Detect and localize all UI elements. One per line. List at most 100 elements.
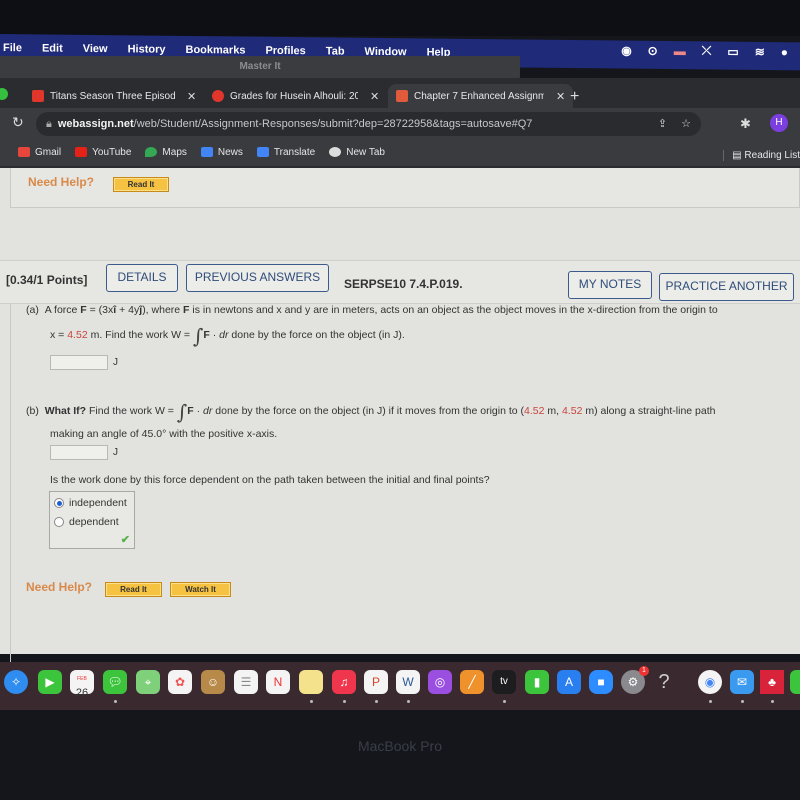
details-button[interactable]: DETAILS (106, 264, 178, 292)
menu-file[interactable]: File (0, 42, 32, 54)
news-app-icon[interactable]: N (266, 670, 290, 694)
option-independent[interactable]: independent (54, 497, 127, 509)
mendeley-icon[interactable]: ♣ (760, 670, 784, 694)
screen-bezel (0, 0, 800, 36)
music-icon[interactable]: ♫ (332, 670, 356, 694)
contacts-icon[interactable]: ☺ (201, 670, 225, 694)
help-icon[interactable]: ? (652, 670, 676, 694)
tab-strip: Titans Season Three Episode 6 ✕ Grades f… (0, 82, 800, 110)
previous-answers-button[interactable]: PREVIOUS ANSWERS (186, 264, 329, 292)
radio-selected[interactable] (54, 498, 64, 508)
question-code: SERPSE10 7.4.P.019. (344, 277, 463, 291)
reading-list-icon: ▤ (732, 150, 745, 161)
address-bar[interactable]: 🔒︎ webassign.net/web/Student/Assignment-R… (36, 112, 701, 136)
messages-icon[interactable]: 💬︎ (103, 670, 127, 694)
part-a-line1: (a) A force F = (3xî + 4yĵ), where F is … (26, 304, 718, 316)
whatsapp-icon[interactable] (790, 670, 800, 694)
need-help-label: Need Help? (28, 175, 95, 189)
calendar-icon[interactable]: FEB 26 (70, 670, 94, 699)
tab-label: Titans Season Three Episode 6 (50, 90, 175, 102)
star-icon[interactable]: ☆ (681, 112, 691, 136)
bookmark-gmail[interactable]: Gmail (18, 147, 61, 158)
photos-icon[interactable]: ✿ (168, 670, 192, 694)
zoom-icon[interactable]: ■ (589, 670, 613, 694)
notes-icon[interactable] (299, 670, 323, 694)
tab-grades[interactable]: Grades for Husein Alhouli: 202 ✕ (212, 84, 379, 108)
part-b-line2: making an angle of 45.0° with the positi… (50, 428, 278, 440)
pages-icon[interactable]: ╱ (460, 670, 484, 694)
tab-label: Grades for Husein Alhouli: 202 (230, 90, 358, 102)
flag-icon[interactable]: ▬ (674, 44, 686, 58)
menu-edit[interactable]: Edit (32, 42, 73, 54)
bookmark-translate[interactable]: Translate (256, 147, 315, 158)
url-path: /web/Student/Assignment-Responses/submit… (133, 118, 533, 130)
y-value: 4.52 (561, 405, 583, 417)
window-zoom-button[interactable] (0, 88, 8, 100)
bookmark-news[interactable]: News (200, 147, 243, 158)
user-icon[interactable]: ● (781, 45, 788, 59)
bookmark-new-tab[interactable]: New Tab (329, 147, 385, 158)
tab-favicon (396, 90, 408, 102)
tab-favicon (212, 90, 224, 102)
translate-icon (256, 147, 269, 157)
browser-toolbar: ↻ 🔒︎ webassign.net/web/Student/Assignment… (0, 108, 800, 142)
radio-unselected[interactable] (54, 517, 64, 527)
previous-question-panel: Need Help? Read It (10, 168, 800, 208)
read-it-button[interactable]: Read It (113, 177, 169, 192)
new-tab-button[interactable]: + (570, 88, 579, 106)
part-b-answer-input[interactable] (50, 445, 108, 460)
system-preferences-icon[interactable]: ⚙ 1 (621, 666, 649, 694)
chrome-icon[interactable]: ◉ (698, 670, 722, 694)
facetime-icon[interactable]: ▶ (38, 670, 62, 694)
question-body: (a) A force F = (3xî + 4yĵ), where F is … (10, 304, 800, 664)
app-store-icon[interactable]: A (557, 670, 581, 694)
integral-symbol: ∫ (192, 324, 204, 348)
reminders-icon[interactable]: ☰ (234, 670, 258, 694)
tab-titans[interactable]: Titans Season Three Episode 6 ✕ (32, 84, 196, 108)
tab-chapter7[interactable]: Chapter 7 Enhanced Assignme ✕ (388, 84, 574, 108)
word-icon[interactable]: W (396, 670, 420, 694)
status-tray: ◉ ⊙ ▬ ⤫ ▭ ≋ ● (621, 43, 788, 60)
running-indicator (709, 700, 712, 703)
youtube-icon (75, 147, 88, 157)
close-tab-icon[interactable]: ✕ (556, 90, 565, 103)
running-indicator (310, 700, 313, 703)
x-value: 4.52 (524, 405, 545, 417)
bookmark-youtube[interactable]: YouTube (75, 147, 131, 158)
extensions-icon[interactable]: ✱ (740, 116, 751, 132)
play-circle-icon[interactable]: ⊙ (648, 43, 658, 57)
tab-label: Chapter 7 Enhanced Assignme (414, 90, 544, 102)
close-tab-icon[interactable]: ✕ (187, 90, 196, 103)
part-b-unit: J (113, 447, 118, 458)
path-question: Is the work done by this force dependent… (50, 474, 490, 486)
watch-it-button[interactable]: Watch It (170, 582, 231, 597)
option-dependent[interactable]: dependent (54, 516, 119, 528)
close-tab-icon[interactable]: ✕ (370, 90, 379, 103)
maps-app-icon[interactable]: ⌖ (136, 670, 160, 694)
bluetooth-off-icon[interactable]: ⤫ (702, 43, 712, 58)
reading-list-button[interactable]: ▤ Reading List (723, 150, 800, 161)
numbers-icon[interactable]: ▮ (525, 670, 549, 694)
powerpoint-icon[interactable]: P (364, 670, 388, 694)
safari-icon[interactable]: ✧ (4, 670, 28, 694)
my-notes-button[interactable]: MY NOTES (568, 271, 652, 299)
apple-tv-icon[interactable]: tv (492, 670, 516, 694)
mail-icon[interactable]: ✉ (730, 670, 754, 694)
avatar[interactable]: H (770, 114, 788, 132)
battery-icon[interactable]: ▭ (727, 44, 738, 58)
broadcast-icon[interactable]: ◉ (621, 43, 631, 57)
share-icon[interactable]: ⇪ (658, 112, 667, 136)
gmail-icon (18, 147, 30, 157)
practice-another-button[interactable]: PRACTICE ANOTHER (659, 273, 794, 301)
device-label: MacBook Pro (357, 738, 443, 754)
part-a-answer-input[interactable] (50, 355, 108, 370)
reload-icon[interactable]: ↻ (12, 114, 24, 131)
wifi-icon[interactable]: ≋ (755, 44, 765, 58)
menu-view[interactable]: View (73, 43, 118, 55)
part-a-unit: J (113, 357, 118, 368)
menu-history[interactable]: History (118, 43, 176, 56)
menu-bookmarks[interactable]: Bookmarks (176, 44, 256, 57)
read-it-button[interactable]: Read It (105, 582, 162, 597)
bookmark-maps[interactable]: Maps (145, 147, 187, 158)
podcasts-icon[interactable]: ◎ (428, 670, 452, 694)
